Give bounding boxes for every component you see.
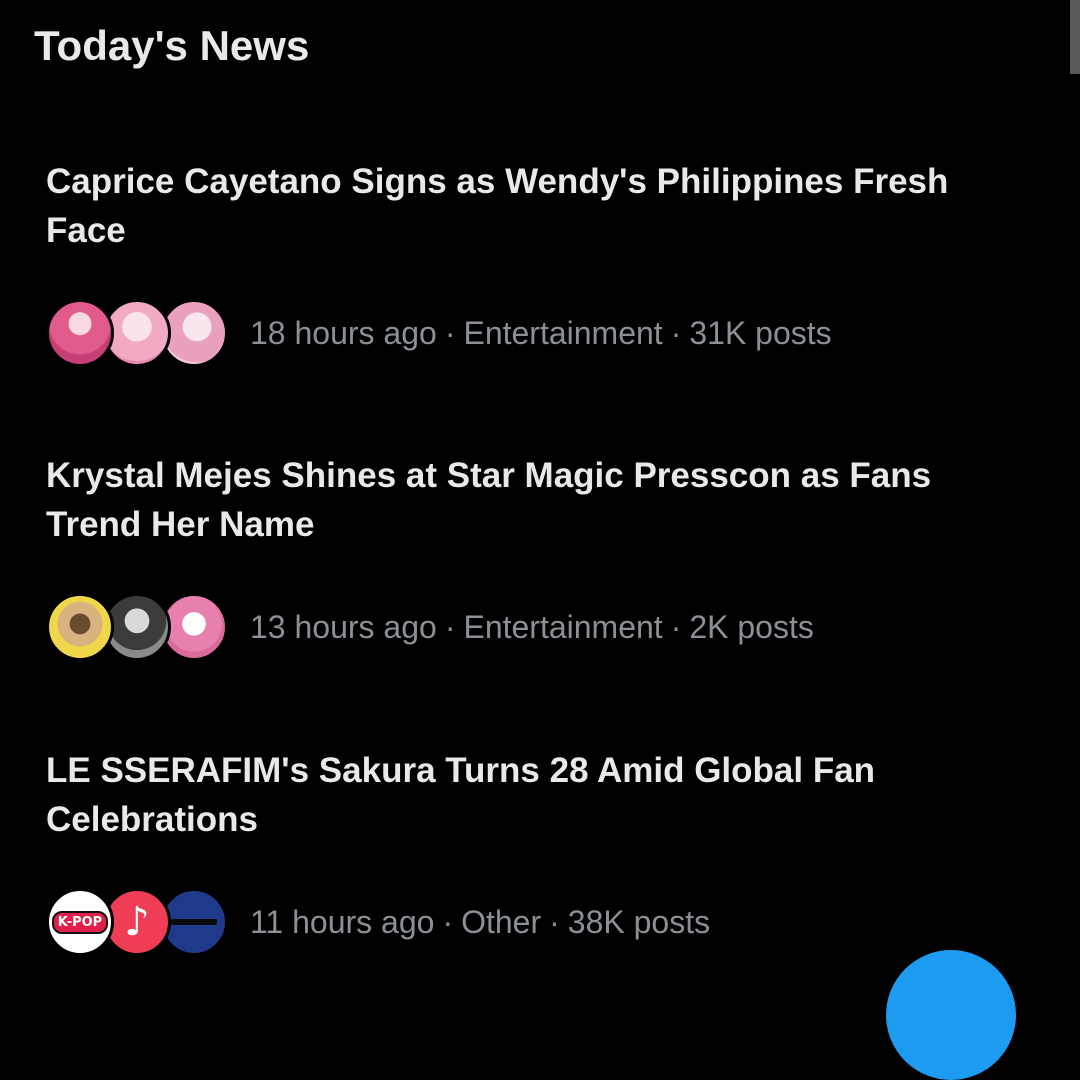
avatar [46, 299, 114, 367]
section-title: Today's News [34, 22, 310, 69]
category: Other [461, 903, 542, 940]
time-ago: 13 hours ago [250, 608, 437, 645]
banner-strip [171, 919, 217, 925]
avatar-stack: K-POP ♪ [46, 888, 236, 956]
post-count: 31K posts [689, 314, 832, 351]
news-item-3[interactable]: LE SSERAFIM's Sakura Turns 28 Amid Globa… [46, 746, 1036, 956]
avatar [46, 593, 114, 661]
separator-dot: · [442, 903, 454, 940]
separator-dot: · [444, 608, 456, 645]
meta-text: 18 hours ago · Entertainment · 31K posts [250, 315, 832, 352]
news-item-2[interactable]: Krystal Mejes Shines at Star Magic Press… [46, 451, 1036, 661]
category: Entertainment [463, 314, 663, 351]
meta-text: 11 hours ago · Other · 38K posts [250, 904, 710, 941]
compose-button[interactable] [886, 950, 1016, 1080]
avatar-stack [46, 593, 236, 661]
time-ago: 18 hours ago [250, 314, 437, 351]
news-headline[interactable]: LE SSERAFIM's Sakura Turns 28 Amid Globa… [46, 746, 1036, 844]
kpop-logo: K-POP [51, 910, 109, 934]
news-headline[interactable]: Caprice Cayetano Signs as Wendy's Philip… [46, 157, 1036, 255]
avatar: K-POP [46, 888, 114, 956]
news-item-1[interactable]: Caprice Cayetano Signs as Wendy's Philip… [46, 157, 1036, 367]
avatar-stack [46, 299, 236, 367]
category: Entertainment [463, 608, 663, 645]
news-headline[interactable]: Krystal Mejes Shines at Star Magic Press… [46, 451, 1036, 549]
scrollbar[interactable] [1070, 0, 1080, 74]
post-count: 2K posts [689, 608, 814, 645]
music-note-icon: ♪ [124, 899, 150, 945]
separator-dot: · [549, 903, 560, 940]
time-ago: 11 hours ago [250, 903, 435, 940]
separator-dot: · [670, 314, 682, 351]
separator-dot: · [670, 608, 682, 645]
news-meta: 18 hours ago · Entertainment · 31K posts [46, 299, 1036, 367]
news-meta: K-POP ♪ 11 hours ago · Other · 38K posts [46, 888, 1036, 956]
news-meta: 13 hours ago · Entertainment · 2K posts [46, 593, 1036, 661]
separator-dot: · [444, 314, 456, 351]
meta-text: 13 hours ago · Entertainment · 2K posts [250, 609, 814, 646]
post-count: 38K posts [567, 903, 711, 940]
